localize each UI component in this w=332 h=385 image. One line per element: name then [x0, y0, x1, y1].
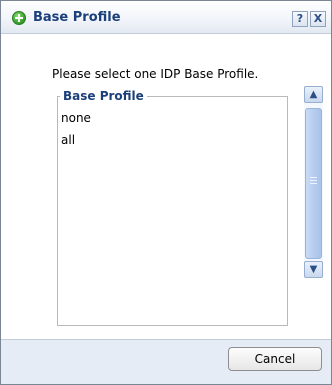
- close-button[interactable]: X: [310, 11, 326, 27]
- dialog-title: Base Profile: [33, 10, 121, 25]
- scroll-thumb[interactable]: [305, 108, 322, 259]
- add-circle-icon: [12, 11, 26, 25]
- vertical-scrollbar[interactable]: ▲ ▼: [304, 86, 323, 278]
- base-profile-dialog: Base Profile ? X Please select one IDP B…: [0, 0, 332, 385]
- profile-option-all[interactable]: all: [61, 132, 91, 154]
- base-profile-fieldset: Base Profile none all: [57, 89, 288, 326]
- dialog-title-bar: Base Profile ? X: [1, 1, 331, 34]
- scroll-down-button[interactable]: ▼: [304, 261, 323, 278]
- selection-prompt: Please select one IDP Base Profile.: [52, 67, 259, 81]
- profile-option-none[interactable]: none: [61, 110, 91, 132]
- help-button[interactable]: ?: [292, 11, 308, 27]
- scroll-up-button[interactable]: ▲: [304, 86, 323, 103]
- fieldset-legend: Base Profile: [60, 89, 147, 103]
- thumb-grip-icon: [310, 177, 317, 185]
- dialog-footer: Cancel: [1, 339, 331, 384]
- profile-list: none all: [61, 110, 91, 154]
- cancel-button[interactable]: Cancel: [228, 347, 322, 371]
